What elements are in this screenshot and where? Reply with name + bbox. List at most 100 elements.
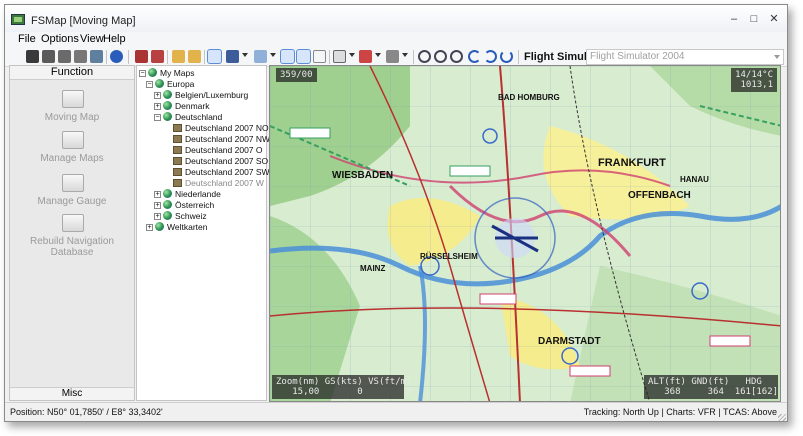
chevron-down-icon[interactable] [270,53,276,57]
refresh-icon[interactable] [468,50,481,63]
crosshair-icon[interactable] [313,50,326,63]
expand-icon[interactable]: + [154,191,161,198]
chevron-down-icon[interactable] [402,53,408,57]
redo-icon[interactable] [484,50,497,63]
rebuild-database-button[interactable]: Rebuild Navigation Database [10,214,134,258]
chevron-down-icon[interactable] [242,53,248,57]
maximize-button[interactable]: □ [747,13,761,25]
expand-icon[interactable]: + [154,213,161,220]
gauge-icon[interactable] [58,50,71,63]
globe-icon [155,222,164,231]
map-label-mainz: MAINZ [360,264,385,273]
sort-icon[interactable] [386,50,399,63]
tree-item-label: Deutschland 2007 SO [185,156,269,166]
map-label-ruesselsheim: RÜSSELSHEIM [420,252,478,261]
zoom-out-icon[interactable] [434,50,447,63]
function-panel-footer: Misc [10,387,134,400]
expand-icon[interactable]: + [154,92,161,99]
tracking-status: Tracking: North Up | Charts: VFR | TCAS:… [583,407,777,417]
tree-item[interactable]: + Schweiz [154,211,207,222]
tracking-north-icon[interactable] [280,49,295,64]
zoom-reset-icon[interactable] [450,50,463,63]
tree-item[interactable]: Deutschland 2007 O [173,145,263,156]
menu-view[interactable]: View [80,33,104,45]
tree-item[interactable]: − Europa [146,79,194,90]
tracking-heading-icon[interactable] [296,49,311,64]
tree-item-label: Weltkarten [167,222,208,232]
map-icon [173,168,182,176]
map-icon [173,179,182,187]
tree-item[interactable]: + Weltkarten [146,222,207,233]
moving-map-icon[interactable] [26,50,39,63]
chart-icon[interactable] [359,50,372,63]
moving-map-canvas[interactable]: FRANKFURT WIESBADEN OFFENBACH DARMSTADT … [269,65,781,402]
open-folder-icon[interactable] [172,50,185,63]
map-icon [173,135,182,143]
menu-file[interactable]: File [18,33,36,45]
toolbar-separator [329,50,330,64]
chevron-down-icon[interactable] [349,53,355,57]
moving-map-button[interactable]: Moving Map [10,90,134,130]
expand-icon[interactable]: + [154,103,161,110]
tree-item-label: My Maps [160,68,195,78]
close-button[interactable]: ✕ [767,13,781,25]
tree-item[interactable]: + Denmark [154,101,209,112]
globe-icon [163,211,172,220]
tree-item[interactable]: + Niederlande [154,189,221,200]
resize-grip-icon[interactable] [778,414,786,421]
toolbar-separator [167,50,168,64]
tree-item-label: Deutschland 2007 NO [185,123,269,133]
help-icon[interactable] [110,50,123,63]
tree-item[interactable]: Deutschland 2007 W [173,178,264,189]
menu-help[interactable]: Help [103,33,126,45]
toolbar-separator [128,50,129,64]
minimize-button[interactable]: – [727,13,741,25]
tree-item[interactable]: Deutschland 2007 NW [173,134,270,145]
manage-gauge-button[interactable]: Manage Gauge [10,174,134,214]
save-icon[interactable] [188,50,201,63]
collapse-icon[interactable]: − [154,114,161,121]
flight-simulator-select[interactable]: Flight Simulator 2004 [586,49,784,65]
tree-item[interactable]: + Belgien/Luxemburg [154,90,248,101]
tree-item[interactable]: Deutschland 2007 SO [173,156,268,167]
database-icon[interactable] [74,50,87,63]
network-icon[interactable] [90,50,103,63]
map-label-darmstadt: DARMSTADT [538,336,601,347]
chevron-down-icon[interactable] [375,53,381,57]
expand-icon[interactable]: + [146,224,153,231]
altitude-values: 368 364 161[162] [648,387,779,397]
expand-icon[interactable]: + [154,202,161,209]
toolbar-separator [204,50,205,64]
zoom-in-icon[interactable] [418,50,431,63]
manage-maps-button[interactable]: Manage Maps [10,131,134,171]
manage-maps-icon[interactable] [42,50,55,63]
collapse-icon[interactable]: − [139,70,146,77]
globe-icon [163,112,172,121]
pointer-tool-icon[interactable] [207,49,222,64]
route-icon[interactable] [254,50,267,63]
title-bar[interactable]: FSMap [Moving Map] – □ ✕ [5,5,787,32]
tree-item[interactable]: − Deutschland [154,112,222,123]
tree-item[interactable]: Deutschland 2007 NO [173,123,269,134]
tree-item-label: Deutschland [175,112,223,122]
tree-item[interactable]: − My Maps [139,68,194,79]
map-label-bad-homburg: BAD HOMBURG [498,93,560,102]
app-window: FSMap [Moving Map] – □ ✕ File Options Vi… [4,4,788,422]
manage-maps-label: Manage Maps [40,153,104,164]
undo-icon[interactable] [500,50,513,63]
map-tree[interactable]: − My Maps − Europa + Belgien/Luxemburg + Den… [136,65,270,401]
tree-item[interactable]: + Österreich [154,200,214,211]
database-icon [62,214,84,232]
pressure-value: 1013,1 [740,80,773,90]
waypoint-icon[interactable] [151,50,164,63]
screen-icon[interactable] [333,50,346,63]
manage-maps-icon [62,131,84,149]
toolbar: Flight Simulator Flight Simulator 2004 [5,47,787,67]
menu-options[interactable]: Options [41,33,79,45]
collapse-icon[interactable]: − [146,81,153,88]
tree-item[interactable]: Deutschland 2007 SW [173,167,270,178]
airplane-icon[interactable] [226,50,239,63]
flight-plan-icon[interactable] [135,50,148,63]
map-label-offenbach: OFFENBACH [628,190,691,201]
tree-item-label: Deutschland 2007 NW [185,134,271,144]
